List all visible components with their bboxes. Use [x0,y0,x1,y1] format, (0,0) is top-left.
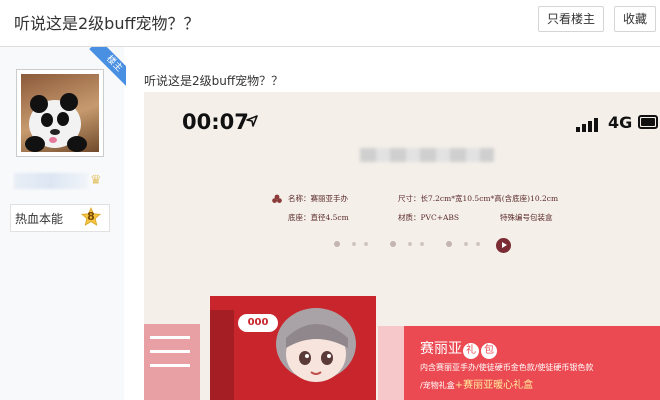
spec-package: 特殊编号包装盒 [500,213,553,222]
crown-icon: ♛ [90,173,102,188]
play-icon[interactable] [496,238,511,253]
rank-level-star-icon: 8 [81,207,101,227]
status-time: 00:07 [182,110,249,134]
figure-character-image [276,308,356,400]
rank-title: 热血本能 [15,212,64,226]
rank-level-number: 8 [87,210,95,223]
rank-badge: 热血本能 8 [10,204,110,232]
signal-icon [576,118,598,132]
post-text: 听说这是2级buff宠物？？ [144,74,284,88]
only-author-button[interactable]: 只看楼主 [538,6,604,32]
author-sidebar: ♛ 热血本能 8 [0,47,124,400]
location-arrow-icon [246,115,258,127]
gift-contents-line2: /宠物礼盒+赛丽亚暖心礼盒 [420,380,534,391]
thread-header: 听说这是2级buff宠物？？ 只看楼主 收藏 [0,0,660,46]
url-bar-blurred [360,148,494,162]
spec-name: 名称：赛丽亚手办 [288,194,348,203]
decorative-pattern [144,324,200,400]
op-badge-label: 楼主 [89,47,126,89]
gift-title: 赛丽亚礼包 [420,338,498,359]
thread-title: 听说这是2级buff宠物？？ [14,14,200,33]
spec-base: 底座：直径4.5cm [288,213,349,222]
username-blurred[interactable] [14,173,88,189]
spec-size: 尺寸：长7.2cm*宽10.5cm*高(含底座)10.2cm [398,194,559,203]
favorite-button[interactable]: 收藏 [614,6,656,32]
post-image[interactable]: 00:07 4G 名称：赛丽亚手办 尺寸：长7.2cm*宽10.5cm*高(含底… [144,92,660,400]
clover-icon [272,194,282,203]
network-type: 4G [608,113,633,132]
gift-banner: 赛丽亚礼包 内含赛丽亚手办/使徒硬币金色款/使徒硬币银色款 /宠物礼盒+赛丽亚暖… [378,326,660,400]
carousel-dots [334,238,509,250]
battery-icon [638,115,658,129]
gift-contents-line1: 内含赛丽亚手办/使徒硬币金色款/使徒硬币银色款 [420,363,594,372]
op-corner-badge: 楼主 [84,47,126,89]
spec-material: 材质：PVC+ABS [398,213,460,222]
